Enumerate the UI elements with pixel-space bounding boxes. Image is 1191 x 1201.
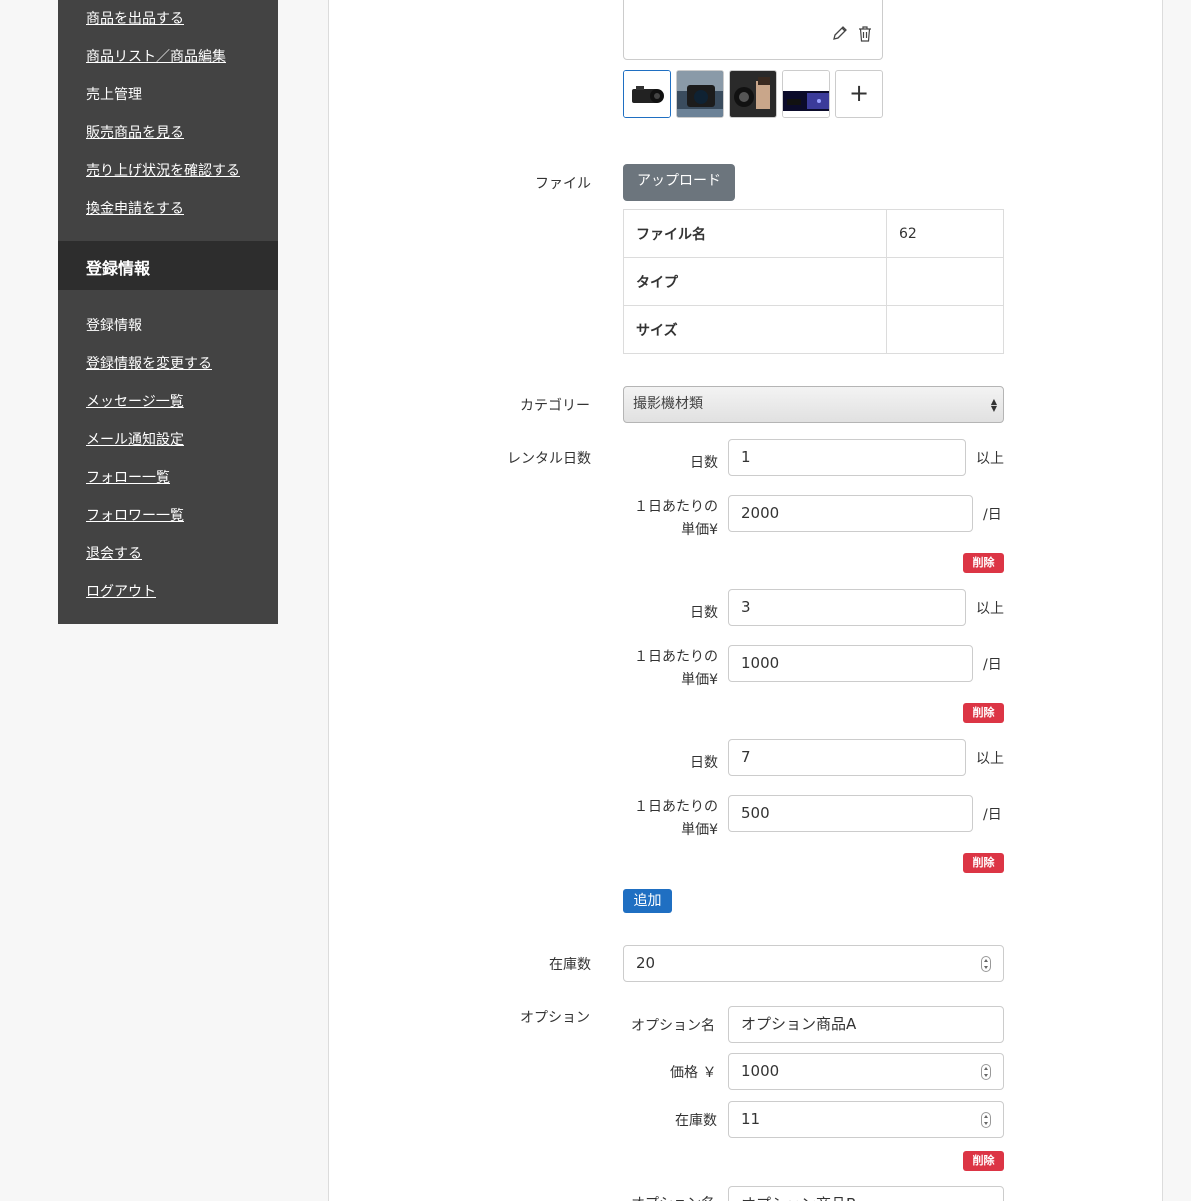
stepper-icon[interactable]	[981, 1064, 991, 1080]
sidebar-item-list-product[interactable]: 商品を出品する	[86, 8, 184, 28]
price-input[interactable]: 500	[728, 795, 973, 832]
price-label-line2: 単価¥	[681, 672, 718, 688]
sidebar: 商品を出品する 商品リスト／商品編集 売上管理 販売商品を見る 売り上げ状況を確…	[58, 0, 278, 624]
upload-button[interactable]: アップロード	[623, 164, 735, 201]
table-row: ファイル名 62	[623, 209, 1004, 258]
price-input[interactable]: 2000	[728, 495, 973, 532]
price-suffix: /日	[983, 657, 1002, 673]
file-name-key: ファイル名	[623, 209, 887, 258]
price-label-line1: １日あたりの	[634, 649, 718, 665]
price-label-line2: 単価¥	[681, 822, 718, 838]
option-price-value: 1000	[741, 1062, 780, 1080]
option-stock-value: 11	[741, 1110, 761, 1128]
trash-icon[interactable]	[858, 26, 872, 46]
sidebar-item-sales-status[interactable]: 売り上げ状況を確認する	[86, 160, 240, 180]
file-name-value: 62	[886, 209, 1004, 258]
sidebar-item-messages[interactable]: メッセージ一覧	[86, 391, 184, 411]
file-info-table: ファイル名 62 タイプ サイズ	[623, 209, 1004, 354]
pencil-icon[interactable]	[832, 25, 848, 45]
option-name-input[interactable]: オプション商品A	[728, 1006, 1004, 1043]
days-input[interactable]: 1	[728, 439, 966, 476]
delete-tier-button[interactable]: 削除	[963, 853, 1004, 873]
days-label: 日数	[690, 755, 718, 771]
category-label: カテゴリー	[520, 398, 590, 414]
option-name-label: オプション名	[631, 1018, 715, 1034]
sidebar-item-withdraw[interactable]: 退会する	[86, 543, 142, 563]
days-suffix: 以上	[976, 601, 1004, 617]
add-image-button[interactable]: +	[835, 70, 883, 118]
stepper-icon[interactable]	[981, 1112, 991, 1128]
sidebar-item-follower-list[interactable]: フォロワー一覧	[86, 505, 184, 525]
days-input[interactable]: 3	[728, 589, 966, 626]
image-thumbnail[interactable]	[676, 70, 724, 118]
sidebar-item-registration-info[interactable]: 登録情報	[86, 315, 142, 335]
image-thumbnail[interactable]	[729, 70, 777, 118]
stock-label: 在庫数	[549, 957, 591, 973]
price-label-line1: １日あたりの	[634, 799, 718, 815]
category-selected-value: 撮影機材類	[633, 396, 703, 412]
option-name-input[interactable]: オプション商品B	[728, 1186, 1004, 1201]
stock-input[interactable]: 20	[623, 945, 1004, 982]
days-suffix: 以上	[976, 451, 1004, 467]
file-type-value	[886, 257, 1004, 306]
add-tier-button[interactable]: 追加	[623, 889, 672, 913]
table-row: サイズ	[623, 305, 1004, 354]
days-input[interactable]: 7	[728, 739, 966, 776]
stepper-icon[interactable]	[981, 956, 991, 972]
option-stock-label: 在庫数	[675, 1113, 717, 1129]
image-thumbnail[interactable]	[782, 70, 830, 118]
sidebar-item-mail-settings[interactable]: メール通知設定	[86, 429, 184, 449]
option-stock-input[interactable]: 11	[728, 1101, 1004, 1138]
price-input[interactable]: 1000	[728, 645, 973, 682]
delete-tier-button[interactable]: 削除	[963, 703, 1004, 723]
days-label: 日数	[690, 605, 718, 621]
sidebar-item-view-products[interactable]: 販売商品を見る	[86, 122, 184, 142]
sidebar-item-product-list-edit[interactable]: 商品リスト／商品編集	[86, 46, 226, 66]
stock-value: 20	[636, 954, 656, 972]
price-label-line1: １日あたりの	[634, 499, 718, 515]
price-label-line2: 単価¥	[681, 522, 718, 538]
sidebar-item-follow-list[interactable]: フォロー一覧	[86, 467, 170, 487]
delete-option-button[interactable]: 削除	[963, 1151, 1004, 1171]
table-row: タイプ	[623, 257, 1004, 306]
image-preview	[623, 0, 883, 60]
sidebar-item-cash-request[interactable]: 換金申請をする	[86, 198, 184, 218]
file-type-key: タイプ	[623, 257, 887, 306]
price-suffix: /日	[983, 507, 1002, 523]
delete-tier-button[interactable]: 削除	[963, 553, 1004, 573]
file-size-key: サイズ	[623, 305, 887, 354]
file-size-value	[886, 305, 1004, 354]
image-thumbnail[interactable]	[623, 70, 671, 118]
select-arrows-icon: ▲ ▼	[990, 397, 997, 413]
sidebar-section-header: 登録情報	[58, 241, 278, 290]
category-select[interactable]: 撮影機材類 ▲ ▼	[623, 386, 1004, 423]
days-label: 日数	[690, 455, 718, 471]
days-suffix: 以上	[976, 751, 1004, 767]
rental-days-label: レンタル日数	[507, 451, 591, 467]
sidebar-section-title: 登録情報	[86, 259, 151, 278]
sidebar-item-logout[interactable]: ログアウト	[86, 581, 156, 601]
option-price-input[interactable]: 1000	[728, 1053, 1004, 1090]
option-name-label: オプション名	[631, 1193, 715, 1201]
option-price-label: 価格 ￥	[670, 1065, 717, 1081]
price-suffix: /日	[983, 807, 1002, 823]
file-label: ファイル	[535, 176, 591, 192]
option-label: オプション	[520, 1010, 590, 1026]
sidebar-item-change-registration[interactable]: 登録情報を変更する	[86, 353, 212, 373]
sidebar-item-sales-management[interactable]: 売上管理	[86, 84, 142, 104]
